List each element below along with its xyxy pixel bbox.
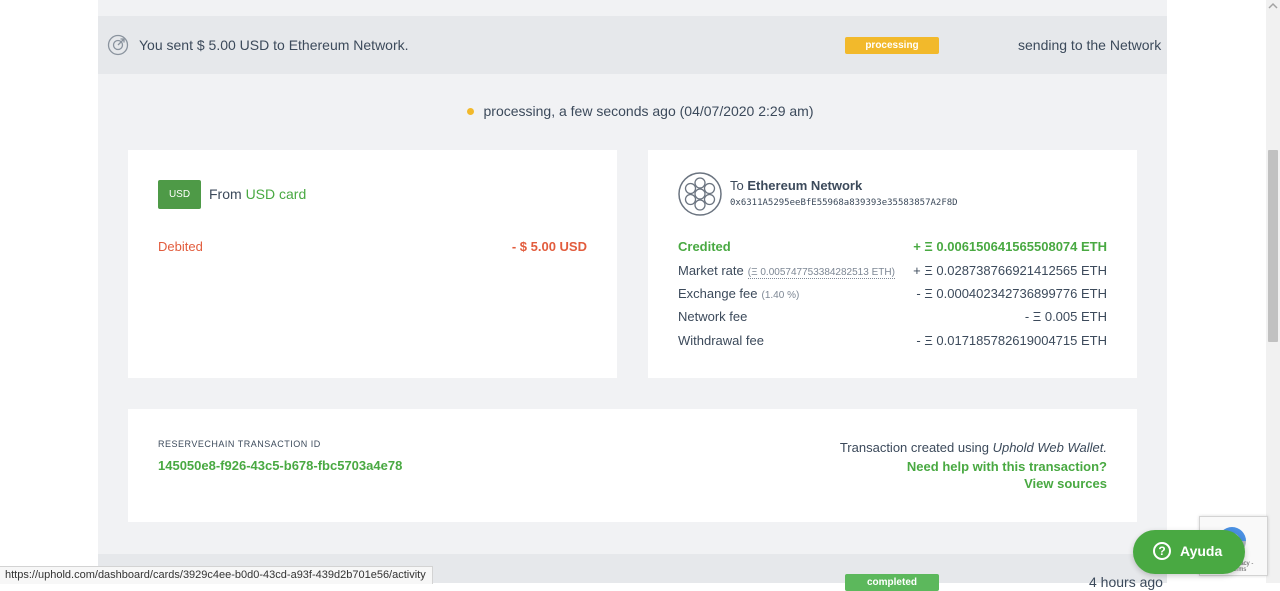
credited-row: Credited + Ξ 0.006150641565508074 ETH (678, 239, 1107, 257)
from-card-link[interactable]: USD card (246, 186, 307, 202)
to-card: To Ethereum Network 0x6311A5295eeBfE5596… (648, 150, 1137, 378)
network-fee-row: Network fee - Ξ 0.005 ETH (678, 309, 1107, 327)
market-rate-row: Market rate (Ξ 0.005747753384282513 ETH) … (678, 263, 1107, 281)
to-line: To Ethereum Network (730, 178, 862, 193)
currency-chip: USD (158, 180, 201, 209)
from-line: From USD card (209, 186, 306, 202)
transaction-details-card: RESERVECHAIN TRANSACTION ID 145050e8-f92… (128, 409, 1137, 522)
row-value: + Ξ 0.006150641565508074 ETH (913, 239, 1107, 254)
status-line-text: processing, a few seconds ago (04/07/202… (483, 103, 814, 119)
to-network-name: Ethereum Network (747, 178, 863, 193)
debited-value: - $ 5.00 USD (511, 239, 587, 254)
market-rate-note[interactable]: (Ξ 0.005747753384282513 ETH) (747, 267, 895, 279)
transaction-id-value[interactable]: 145050e8-f926-43c5-b678-fbc5703a4e78 (158, 458, 402, 473)
exchange-fee-row: Exchange fee (1.40 %) - Ξ 0.0004023427368… (678, 286, 1107, 304)
row-label: Network fee (678, 309, 748, 324)
next-transaction-time: 4 hours ago (1089, 574, 1163, 590)
to-prefix: To (730, 178, 744, 193)
scrollbar-thumb[interactable] (1268, 150, 1278, 342)
status-line: processing, a few seconds ago (04/07/202… (0, 103, 1280, 119)
destination-address: 0x6311A5295eeBfE55968a839393e35583857A2F… (730, 198, 958, 208)
created-using-line: Transaction created using Uphold Web Wal… (840, 440, 1107, 455)
created-app: Uphold Web Wallet. (992, 440, 1107, 455)
from-prefix: From (209, 186, 242, 202)
help-transaction-link[interactable]: Need help with this transaction? (907, 459, 1107, 474)
send-arrow-icon (107, 34, 129, 56)
exchange-fee-note: (1.40 %) (761, 290, 800, 301)
status-dot-icon (466, 107, 474, 115)
row-value: + Ξ 0.028738766921412565 ETH (913, 263, 1107, 278)
debited-label: Debited (158, 239, 203, 254)
row-value: - Ξ 0.017185782619004715 ETH (916, 333, 1107, 348)
row-label: Withdrawal fee (678, 333, 764, 348)
ethereum-network-icon (678, 172, 722, 216)
view-sources-link[interactable]: View sources (1024, 476, 1107, 491)
transaction-status-text: sending to the Network (1018, 37, 1162, 53)
status-bar-url: https://uphold.com/dashboard/cards/3929c… (0, 566, 433, 584)
transaction-id-label: RESERVECHAIN TRANSACTION ID (158, 439, 321, 449)
created-prefix: Transaction created using (839, 440, 989, 455)
scroll-up-icon[interactable] (1268, 2, 1278, 10)
status-badge: processing (845, 37, 939, 54)
help-button[interactable]: ? Ayuda (1133, 530, 1245, 574)
help-button-label: Ayuda (1180, 543, 1223, 559)
row-label: Market rate (678, 263, 744, 278)
transaction-title: You sent $ 5.00 USD to Ethereum Network. (139, 37, 409, 53)
row-value: - Ξ 0.000402342736899776 ETH (916, 286, 1107, 301)
question-icon: ? (1153, 542, 1171, 560)
withdrawal-fee-row: Withdrawal fee - Ξ 0.017185782619004715 … (678, 333, 1107, 351)
from-card: USD From USD card Debited - $ 5.00 USD (128, 150, 617, 378)
row-label: Exchange fee (678, 286, 758, 301)
row-value: - Ξ 0.005 ETH (1024, 309, 1107, 324)
row-label: Credited (678, 239, 731, 254)
